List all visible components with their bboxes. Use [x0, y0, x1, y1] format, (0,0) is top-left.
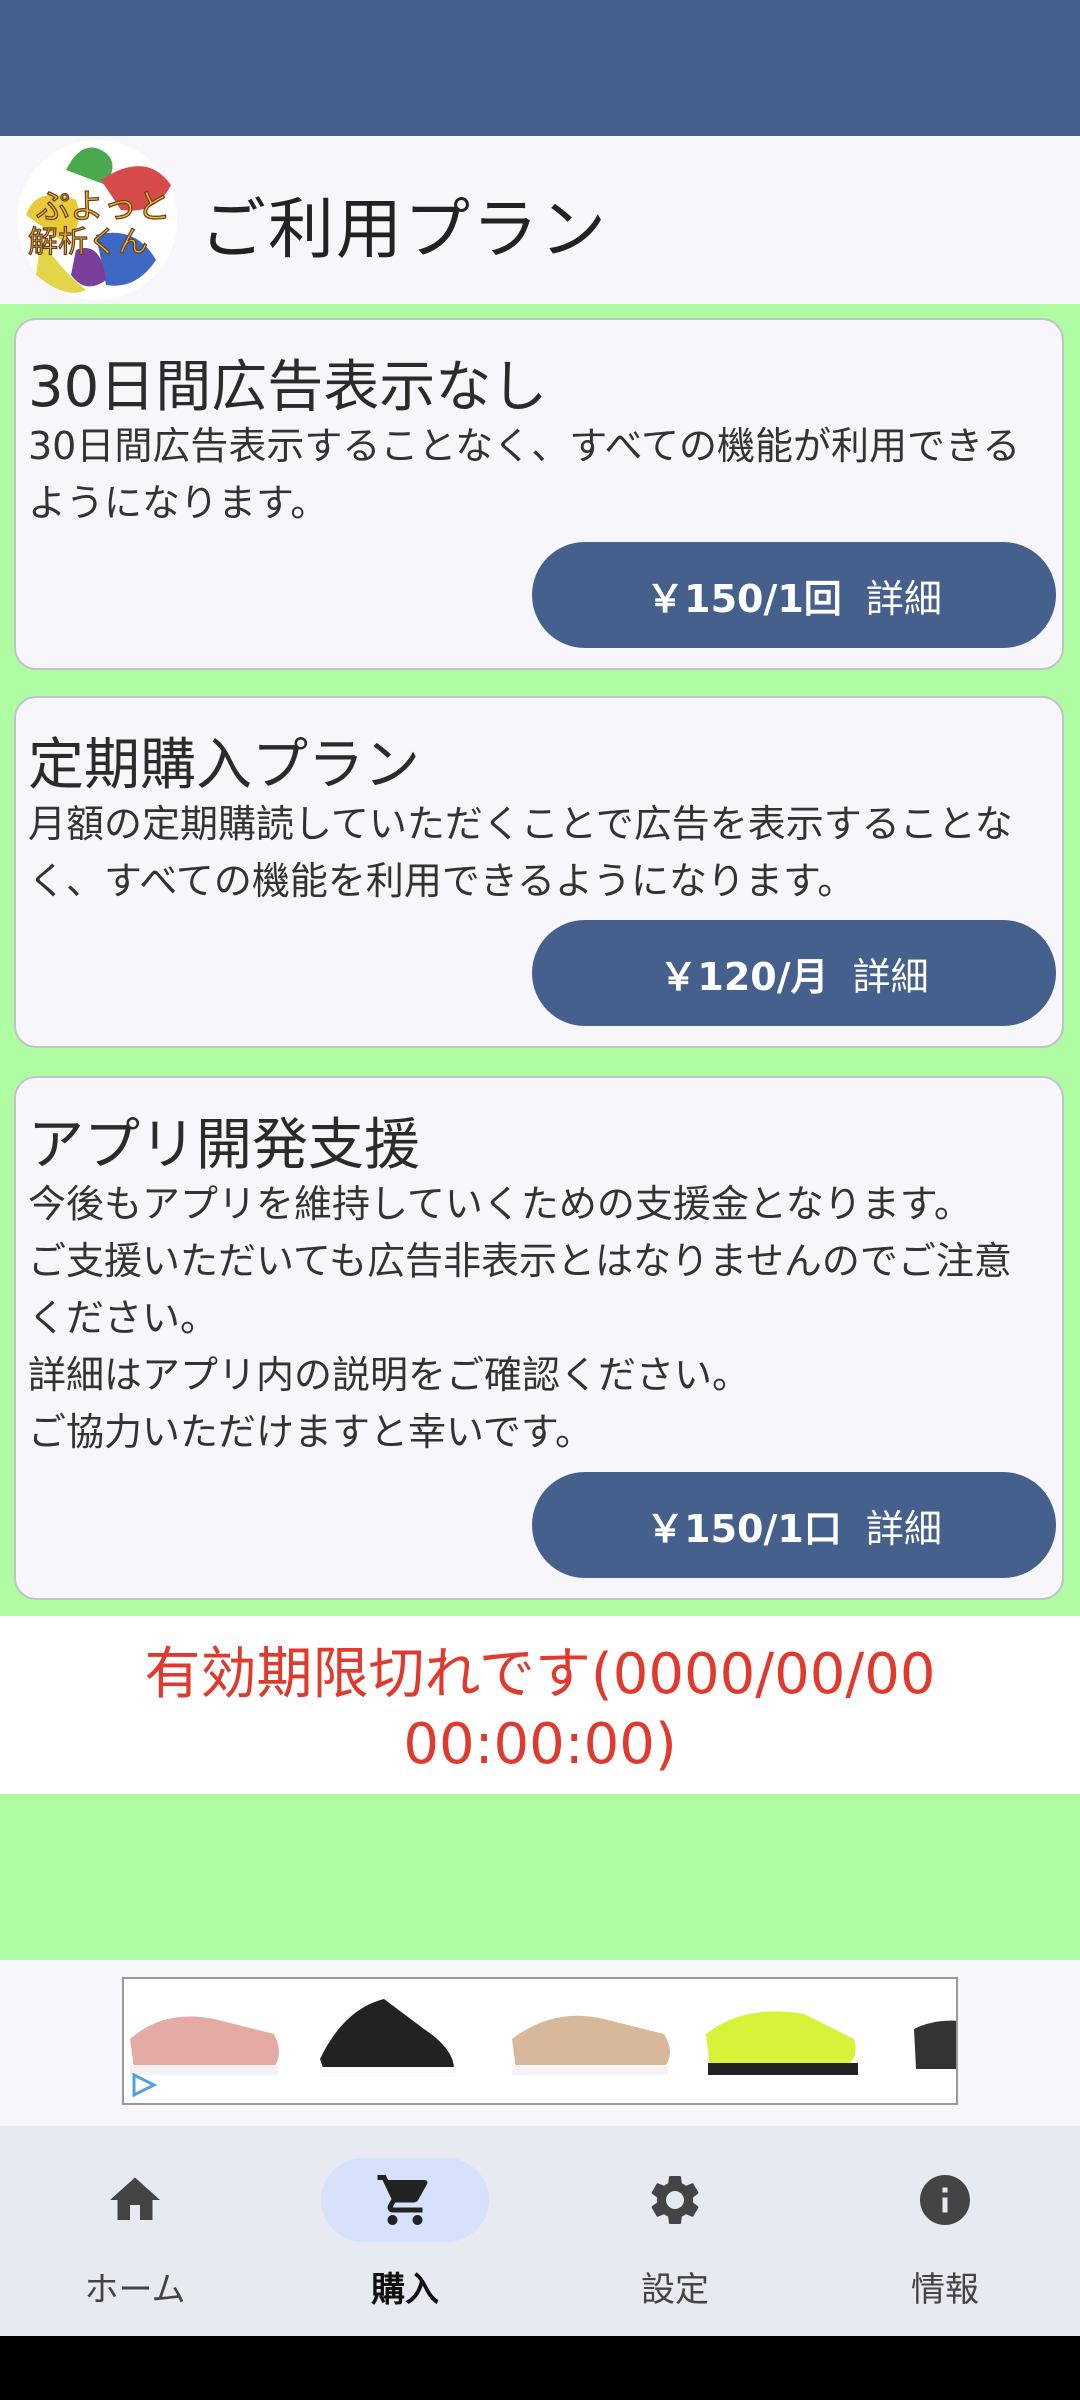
plan-title: アプリ開発支援	[28, 1113, 420, 1178]
expiry-panel: 有効期限切れです(0000/00/00 00:00:00)	[0, 1616, 1080, 1794]
home-icon	[110, 2177, 160, 2220]
expiry-line-1: 有効期限切れです(0000/00/00	[144, 1642, 936, 1707]
page-title: ご利用プラン	[200, 191, 608, 268]
cart-icon	[377, 2175, 428, 2225]
nav-label-home: ホーム	[84, 2270, 186, 2310]
info-icon	[920, 2175, 970, 2225]
price-label: ￥120/月	[659, 954, 829, 999]
plan-card-support: アプリ開発支援 今後もアプリを維持していくための支援金となります。 ご支援いただ…	[14, 1076, 1064, 1600]
logo-text-2: 解析くん	[28, 225, 148, 260]
expiry-line-2: 00:00:00)	[403, 1712, 677, 1777]
description-line: ご協力いただけますと幸いです。	[28, 1410, 594, 1454]
description-line: ご支援いただいても広告非表示とはなりませんのでご注意ください。	[28, 1239, 1012, 1340]
nav-item-home[interactable]: ホーム	[0, 2126, 270, 2336]
plan-card-subscription: 定期購入プラン 月額の定期購読していただくことで広告を表示することなく、すべての…	[14, 696, 1064, 1048]
logo-text-1: ぷよっと	[36, 187, 171, 227]
plan-title: 30日間広告表示なし	[28, 355, 548, 420]
nav-item-purchase[interactable]: 購入	[270, 2126, 540, 2336]
price-label: ￥150/1回	[646, 576, 842, 621]
nav-item-info[interactable]: 情報	[810, 2126, 1080, 2336]
plan-description: 今後もアプリを維持していくための支援金となります。 ご支援いただいても広告非表示…	[28, 1176, 1034, 1461]
plan-card-30days: 30日間広告表示なし 30日間広告表示することなく、すべての機能が利用できるよう…	[14, 318, 1064, 670]
nav-item-settings[interactable]: 設定	[540, 2126, 810, 2336]
nav-label-settings: 設定	[641, 2270, 709, 2310]
description-line: 詳細はアプリ内の説明をご確認ください。	[28, 1353, 751, 1397]
detail-label: 詳細	[852, 954, 929, 999]
expiry-status: 有効期限切れです(0000/00/00 00:00:00)	[0, 1640, 1080, 1780]
plan-support-detail-button[interactable]: ￥150/1口 詳細	[532, 1472, 1056, 1578]
system-navigation-bar	[0, 2336, 1080, 2400]
ad-area	[0, 1960, 1080, 2126]
plan-title: 定期購入プラン	[28, 733, 420, 798]
plan-30days-detail-button[interactable]: ￥150/1回 詳細	[532, 542, 1056, 648]
plan-subscription-detail-button[interactable]: ￥120/月 詳細	[532, 920, 1056, 1026]
plan-description: 30日間広告表示することなく、すべての機能が利用できるようになります。	[28, 424, 1021, 525]
plan-description: 月額の定期購読していただくことで広告を表示することなく、すべての機能を利用できる…	[28, 802, 1013, 903]
description-line: 今後もアプリを維持していくための支援金となります。	[28, 1182, 972, 1226]
detail-label: 詳細	[865, 1506, 942, 1551]
gear-icon	[651, 2176, 699, 2224]
nav-label-info: 情報	[911, 2270, 979, 2310]
price-label: ￥150/1口	[646, 1506, 842, 1551]
status-bar	[0, 0, 1080, 136]
app-logo: ぷよっと 解析くん	[17, 140, 177, 300]
ad-banner[interactable]	[122, 1977, 958, 2105]
nav-label-purchase: 購入	[371, 2270, 439, 2310]
shoe-ad-image	[130, 1999, 956, 2098]
detail-label: 詳細	[865, 576, 942, 621]
app-header: ぷよっと 解析くん ご利用プラン	[0, 136, 1080, 304]
bottom-navigation: ホーム 購入 設定 情報	[0, 2126, 1080, 2336]
